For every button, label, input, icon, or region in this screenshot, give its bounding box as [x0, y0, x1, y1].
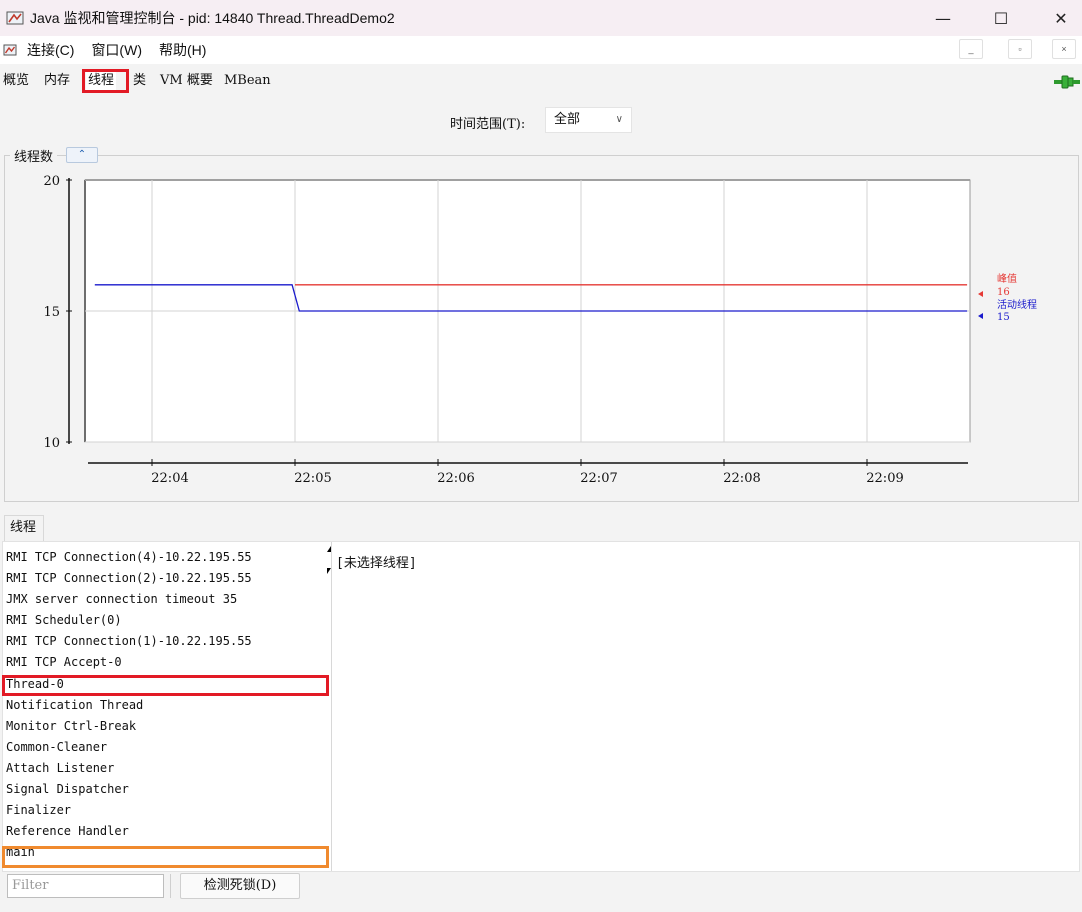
y-tick-label: 20: [43, 174, 60, 189]
tab-vm-summary[interactable]: VM 概要: [160, 70, 213, 92]
thread-0-highlight-box: [2, 675, 329, 696]
menu-bar: 连接(C) 窗口(W) 帮助(H) _ ▫ ×: [0, 36, 1082, 64]
thread-list-item[interactable]: RMI Scheduler(0): [3, 610, 327, 631]
legend-peak-marker: [978, 291, 983, 297]
tab-classes[interactable]: 类: [133, 70, 146, 92]
connection-status-icon: [1054, 74, 1080, 89]
legend-live-marker: [978, 313, 983, 319]
thread-list-item[interactable]: Common-Cleaner: [3, 737, 327, 758]
main-thread-highlight-box: [2, 846, 329, 868]
tab-overview[interactable]: 概览: [3, 70, 29, 92]
title-bar: Java 监视和管理控制台 - pid: 14840 Thread.Thread…: [0, 0, 1082, 36]
legend-peak-value: 16: [997, 287, 1010, 298]
time-range-label: 时间范围(T):: [450, 117, 526, 132]
thread-list-item[interactable]: Finalizer: [3, 800, 327, 821]
thread-list-item[interactable]: Signal Dispatcher: [3, 779, 327, 800]
toolbar-separator: [170, 874, 171, 898]
tab-thread-list[interactable]: 线程: [4, 515, 44, 541]
split-arrows-icon[interactable]: [327, 546, 332, 576]
mdi-close-button[interactable]: ×: [1052, 39, 1076, 59]
thread-list-item[interactable]: Reference Handler: [3, 821, 327, 842]
threads-area: RMI TCP Connection(4)-10.22.195.55 RMI TC…: [2, 541, 1080, 872]
thread-list-item[interactable]: RMI TCP Connection(2)-10.22.195.55: [3, 568, 327, 589]
close-window-button[interactable]: ✕: [1038, 0, 1082, 36]
java-app-icon: [6, 10, 24, 26]
java-menu-icon[interactable]: [3, 43, 17, 57]
maximize-window-button[interactable]: ☐: [978, 0, 1024, 36]
thread-list-item[interactable]: RMI TCP Accept-0: [3, 652, 327, 673]
time-range-select[interactable]: 全部 ∨: [545, 107, 632, 133]
detect-deadlock-button[interactable]: 检测死锁(D): [180, 873, 300, 899]
time-range-value: 全部: [554, 112, 581, 127]
thread-list-item[interactable]: RMI TCP Connection(1)-10.22.195.55: [3, 631, 327, 652]
legend-live-value: 15: [997, 312, 1010, 323]
jconsole-window: Java 监视和管理控制台 - pid: 14840 Thread.Thread…: [0, 0, 1082, 912]
x-tick-label: 22:08: [723, 471, 760, 486]
tab-mbean[interactable]: MBean: [224, 70, 271, 92]
mdi-restore-button[interactable]: ▫: [1008, 39, 1032, 59]
thread-list[interactable]: RMI TCP Connection(4)-10.22.195.55 RMI TC…: [3, 547, 327, 863]
tab-memory[interactable]: 内存: [44, 70, 70, 92]
window-title: Java 监视和管理控制台 - pid: 14840 Thread.Thread…: [30, 10, 395, 26]
thread-list-item[interactable]: Notification Thread: [3, 695, 327, 716]
x-tick-label: 22:06: [437, 471, 474, 486]
thread-list-item[interactable]: Monitor Ctrl-Break: [3, 716, 327, 737]
main-tab-bar: 概览 内存 线程 类 VM 概要 MBean: [0, 68, 1082, 94]
x-tick-label: 22:05: [294, 471, 331, 486]
thread-detail-text: [未选择线程]: [336, 556, 417, 571]
thread-list-item[interactable]: Attach Listener: [3, 758, 327, 779]
x-tick-label: 22:04: [151, 471, 188, 486]
mdi-minimize-button[interactable]: _: [959, 39, 983, 59]
menu-connection[interactable]: 连接(C): [27, 40, 74, 60]
chevron-down-icon: ∨: [615, 114, 623, 125]
minimize-window-button[interactable]: —: [920, 0, 966, 36]
y-tick-label: 15: [43, 305, 60, 320]
x-tick-label: 22:07: [580, 471, 617, 486]
legend-peak-name: 峰值: [997, 272, 1017, 285]
split-pane-divider[interactable]: [327, 542, 332, 871]
legend-live-name: 活动线程: [997, 298, 1037, 311]
thread-list-item[interactable]: RMI TCP Connection(4)-10.22.195.55: [3, 547, 327, 568]
y-tick-label: 10: [43, 436, 60, 451]
thread-count-chart: 20 15 10 22:04 22:05 22:06 22:07 22:08 22:09 峰值 16…: [43, 174, 1037, 486]
menu-help[interactable]: 帮助(H): [159, 40, 206, 60]
menu-window[interactable]: 窗口(W): [91, 40, 142, 60]
tab-threads-highlight-box: [82, 69, 129, 93]
thread-filter-input[interactable]: Filter: [7, 874, 164, 898]
x-tick-label: 22:09: [866, 471, 903, 486]
thread-list-item[interactable]: JMX server connection timeout 35: [3, 589, 327, 610]
